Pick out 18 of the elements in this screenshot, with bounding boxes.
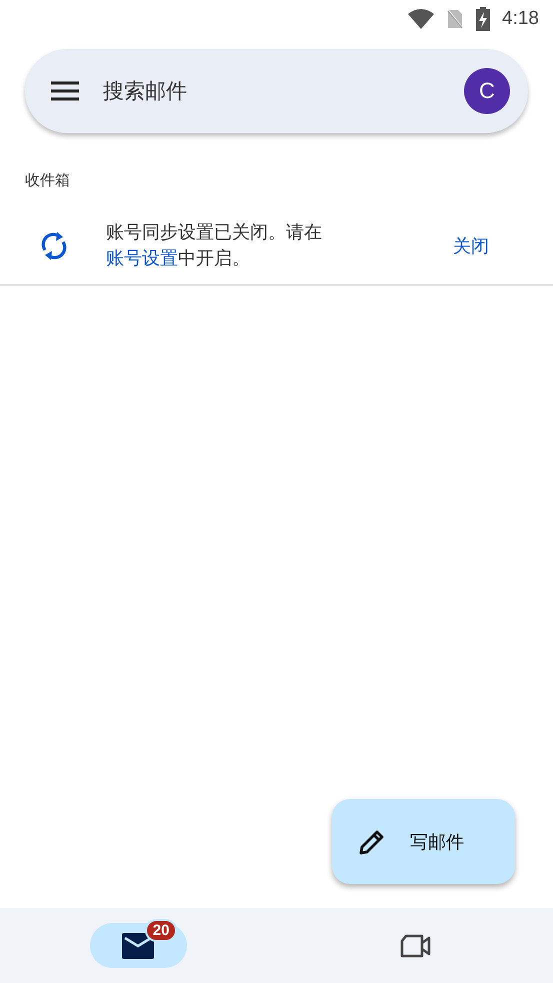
dismiss-button[interactable]: 关闭 — [449, 230, 493, 262]
sync-icon — [40, 231, 68, 261]
video-camera-icon — [398, 934, 431, 958]
folder-title: 收件箱 — [25, 171, 71, 190]
pencil-icon — [358, 828, 386, 856]
account-settings-link[interactable]: 账号设置 — [106, 248, 178, 269]
sync-message: 账号同步设置已关闭。请在 账号设置中开启。 — [106, 221, 323, 271]
search-field[interactable]: 搜索邮件 C — [25, 49, 528, 133]
compose-button[interactable]: 写邮件 — [332, 799, 515, 884]
mail-icon — [122, 932, 154, 958]
unread-count: 20 — [144, 919, 178, 942]
no-sim-icon — [446, 8, 464, 30]
battery-charging-icon — [476, 7, 490, 31]
wifi-icon — [408, 9, 434, 29]
account-avatar[interactable]: C — [464, 68, 510, 114]
search-placeholder: 搜索邮件 — [103, 78, 188, 105]
status-time: 4:18 — [502, 8, 539, 30]
menu-icon[interactable] — [51, 81, 79, 101]
